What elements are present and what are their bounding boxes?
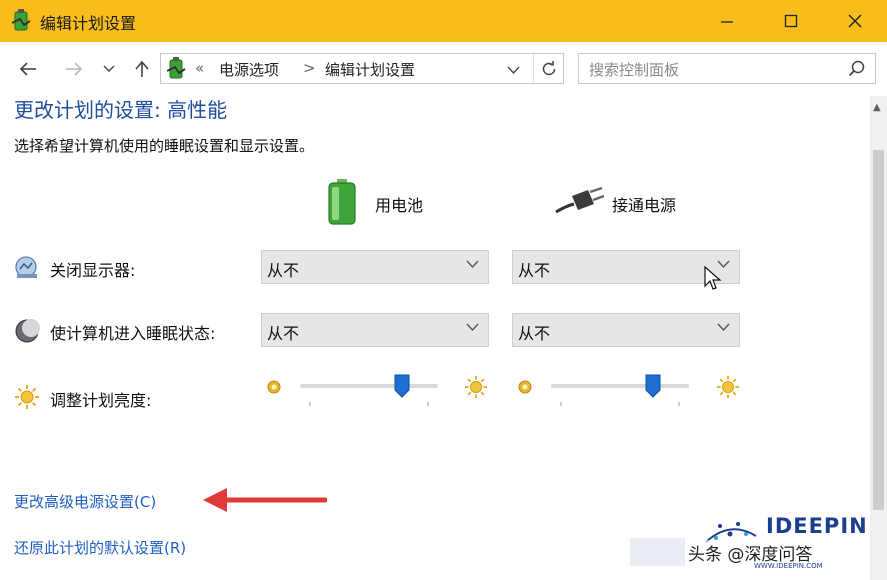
- watermark-logo-text: IDEEPIN: [766, 514, 868, 538]
- power-options-icon: [166, 57, 186, 79]
- page-title: 更改计划的设置: 高性能: [14, 98, 228, 122]
- minimize-button[interactable]: [695, 0, 759, 42]
- breadcrumb-power-options[interactable]: 电源选项: [219, 59, 279, 80]
- page-description: 选择希望计算机使用的睡眠设置和显示设置。: [14, 137, 315, 155]
- brightness-low-icon: [518, 380, 532, 394]
- address-bar[interactable]: « 电源选项 > 编辑计划设置: [160, 53, 564, 84]
- forward-button[interactable]: [60, 56, 88, 82]
- plugged-in-column-header: 接通电源: [612, 196, 677, 215]
- chevron-down-icon: [103, 65, 115, 72]
- turn-off-display-battery-select[interactable]: 从不: [261, 250, 489, 284]
- breadcrumb-separator: >: [303, 59, 316, 77]
- scroll-up-icon[interactable]: ▲: [873, 102, 881, 113]
- refresh-icon: [542, 60, 556, 75]
- scrollbar-thumb[interactable]: [873, 150, 884, 510]
- back-arrow-icon: [19, 62, 36, 76]
- refresh-button[interactable]: [533, 54, 564, 83]
- sleep-moon-icon: [15, 319, 40, 343]
- brightness-high-icon: [716, 375, 740, 399]
- sleep-battery-select[interactable]: 从不: [261, 313, 489, 347]
- search-box[interactable]: 搜索控制面板: [578, 53, 876, 84]
- turn-off-display-label: 关闭显示器:: [50, 261, 136, 280]
- close-button[interactable]: [823, 0, 887, 42]
- display-icon: [15, 256, 37, 278]
- brightness-low-icon: [267, 380, 281, 394]
- up-button[interactable]: [128, 56, 156, 82]
- slider-thumb[interactable]: [645, 374, 661, 398]
- chevron-down-icon: [466, 323, 479, 332]
- title-bar: 编辑计划设置: [0, 0, 887, 42]
- search-input[interactable]: 搜索控制面板: [589, 59, 679, 80]
- minimize-icon: [721, 21, 733, 23]
- breadcrumb-overflow[interactable]: «: [195, 59, 204, 77]
- mouse-cursor-icon: [704, 266, 722, 290]
- forward-arrow-icon: [66, 62, 83, 76]
- chevron-down-icon: [717, 323, 730, 332]
- watermark-url: WWW.IDEEPIN.COM: [754, 562, 823, 570]
- battery-column-header: 用电池: [375, 196, 424, 215]
- up-arrow-icon: [135, 60, 149, 77]
- close-icon: [848, 14, 862, 28]
- maximize-icon: [784, 14, 798, 28]
- brightness-label: 调整计划亮度:: [50, 391, 152, 410]
- slider-thumb[interactable]: [394, 374, 410, 398]
- back-button[interactable]: [14, 56, 42, 82]
- search-icon: [848, 60, 865, 77]
- brightness-high-icon: [464, 375, 488, 399]
- power-plug-icon: [555, 186, 604, 214]
- window-title: 编辑计划设置: [40, 14, 137, 33]
- sleep-plugged-select[interactable]: 从不: [512, 313, 740, 347]
- sleep-label: 使计算机进入睡眠状态:: [50, 324, 216, 343]
- power-options-icon: [11, 9, 31, 31]
- restore-defaults-link[interactable]: 还原此计划的默认设置(R): [14, 537, 186, 558]
- brightness-plugged-slider[interactable]: [551, 374, 689, 414]
- faded-button-placeholder: [630, 538, 685, 566]
- advanced-power-settings-link[interactable]: 更改高级电源设置(C): [14, 491, 156, 512]
- brightness-icon: [15, 385, 39, 409]
- brightness-battery-slider[interactable]: [300, 374, 438, 414]
- battery-icon: [328, 179, 356, 225]
- watermark: IDEEPIN 头条 @深度问答 WWW.IDEEPIN.COM: [688, 514, 876, 576]
- maximize-button[interactable]: [759, 0, 823, 42]
- address-dropdown-button[interactable]: [507, 60, 520, 79]
- chevron-down-icon: [466, 260, 479, 269]
- chevron-down-icon: [507, 66, 520, 75]
- breadcrumb-edit-plan[interactable]: 编辑计划设置: [325, 59, 415, 80]
- recent-locations-button[interactable]: [98, 56, 120, 82]
- vertical-scrollbar[interactable]: ▲: [870, 96, 887, 580]
- red-arrow-annotation: [203, 488, 327, 512]
